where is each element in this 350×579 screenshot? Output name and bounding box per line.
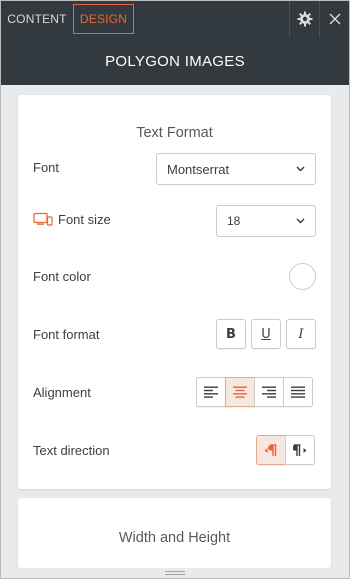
resize-handle[interactable] bbox=[1, 568, 349, 578]
align-left-button[interactable] bbox=[196, 377, 226, 407]
font-select[interactable]: Montserrat bbox=[156, 153, 316, 185]
alignment-label: Alignment bbox=[33, 384, 91, 400]
tab-design[interactable]: DESIGN bbox=[73, 4, 134, 34]
close-icon bbox=[329, 13, 340, 25]
tab-content[interactable]: CONTENT bbox=[1, 1, 73, 37]
font-size-value: 18 bbox=[227, 214, 241, 228]
align-justify-icon bbox=[291, 386, 305, 398]
bold-label: B bbox=[226, 326, 236, 342]
font-size-label: Font size bbox=[58, 211, 111, 227]
text-format-title: Text Format bbox=[136, 125, 213, 141]
page-title: POLYGON IMAGES bbox=[1, 37, 349, 85]
close-button[interactable] bbox=[319, 1, 349, 37]
rtl-direction-icon bbox=[293, 443, 307, 456]
tab-bar: CONTENT DESIGN bbox=[1, 1, 349, 37]
font-size-select[interactable]: 18 bbox=[216, 205, 316, 237]
settings-button[interactable] bbox=[289, 1, 319, 37]
align-right-icon bbox=[262, 386, 276, 398]
align-right-button[interactable] bbox=[254, 377, 284, 407]
gear-icon bbox=[297, 11, 312, 27]
text-direction-group bbox=[256, 435, 315, 465]
font-color-label: Font color bbox=[33, 268, 91, 284]
underline-label: U bbox=[261, 326, 271, 342]
bold-button[interactable]: B bbox=[216, 319, 246, 349]
font-color-picker[interactable] bbox=[289, 263, 316, 290]
direction-ltr-button[interactable] bbox=[256, 435, 286, 465]
responsive-devices-icon bbox=[33, 212, 53, 226]
align-center-icon bbox=[233, 386, 247, 398]
italic-label: I bbox=[298, 326, 304, 342]
align-center-button[interactable] bbox=[225, 377, 255, 407]
font-select-value: Montserrat bbox=[167, 161, 230, 177]
tab-spacer bbox=[134, 1, 289, 37]
ltr-direction-icon bbox=[264, 443, 277, 456]
width-height-title: Width and Height bbox=[118, 530, 231, 546]
font-format-label: Font format bbox=[33, 326, 100, 342]
drag-handle-icon bbox=[165, 570, 185, 575]
align-left-icon bbox=[204, 386, 218, 398]
font-size-row-label: Font size bbox=[33, 211, 111, 227]
font-format-group: B U I bbox=[216, 319, 316, 349]
text-direction-label: Text direction bbox=[33, 442, 110, 458]
font-label: Font bbox=[33, 159, 60, 175]
italic-button[interactable]: I bbox=[286, 319, 316, 349]
settings-panel: CONTENT DESIGN POLYGON IMAGES Text Forma… bbox=[0, 0, 350, 579]
chevron-down-icon bbox=[296, 166, 305, 172]
direction-rtl-button[interactable] bbox=[285, 435, 315, 465]
alignment-group bbox=[196, 377, 313, 407]
align-justify-button[interactable] bbox=[283, 377, 313, 407]
underline-button[interactable]: U bbox=[251, 319, 281, 349]
text-format-card: Text Format Font Montserrat Font size 18 bbox=[18, 95, 331, 489]
width-height-card: Width and Height bbox=[18, 498, 331, 568]
chevron-down-icon bbox=[296, 218, 305, 224]
